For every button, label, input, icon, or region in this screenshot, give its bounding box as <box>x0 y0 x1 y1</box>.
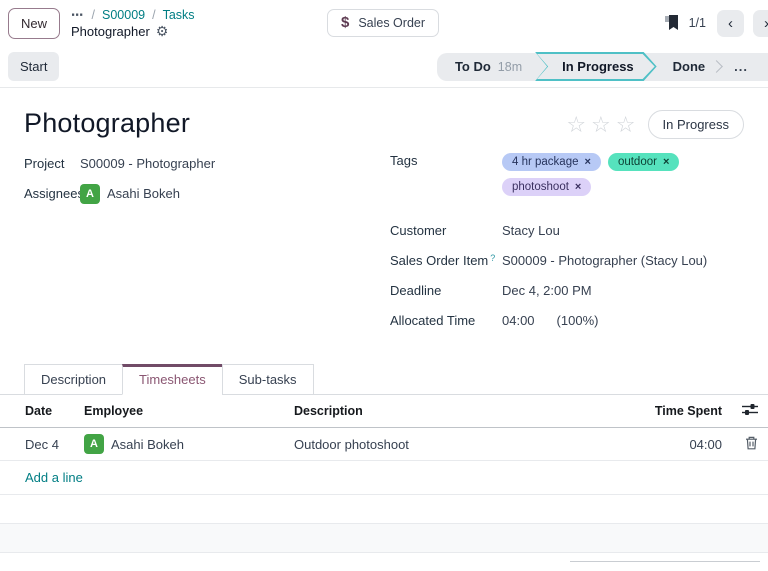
tag-label: outdoor <box>618 156 657 168</box>
stage-pipeline: To Do 18m In Progress Done ... <box>437 53 768 81</box>
form-sheet: Photographer ☆ ☆ ☆ In Progress Project S… <box>0 88 768 340</box>
optional-columns-icon[interactable] <box>742 403 758 416</box>
page-title[interactable]: Photographer <box>24 108 190 139</box>
priority-stars: ☆ ☆ ☆ <box>566 114 635 136</box>
tag-label: photoshoot <box>512 181 569 193</box>
status-bar: Start To Do 18m In Progress Done ... <box>0 46 768 88</box>
tags-label: Tags <box>390 153 502 168</box>
timesheet-row[interactable]: Dec 4 A Asahi Bokeh Outdoor photoshoot 0… <box>0 428 768 461</box>
stage-in-progress[interactable]: In Progress <box>535 52 657 81</box>
field-sales-order-item: Sales Order Item? S00009 - Photographer … <box>390 250 744 271</box>
empty-table-row <box>0 495 768 524</box>
tag-pill[interactable]: outdoor × <box>608 153 679 171</box>
tag-remove-icon[interactable]: × <box>585 156 591 168</box>
time-summary: Time Spent: 04:00 Time Remaining? : 00:0… <box>570 561 760 571</box>
allocated-time-value[interactable]: 04:00 <box>502 313 535 328</box>
star-icon[interactable]: ☆ <box>566 114 586 136</box>
breadcrumb-separator: / <box>92 8 95 23</box>
table-header-row: Date Employee Description Time Spent <box>0 395 768 428</box>
tag-label: 4 hr package <box>512 156 579 168</box>
column-header-date[interactable]: Date <box>0 395 80 428</box>
stage-done-label: Done <box>673 59 706 74</box>
customer-value[interactable]: Stacy Lou <box>502 223 560 238</box>
stage-todo-label: To Do <box>455 59 491 74</box>
star-icon[interactable]: ☆ <box>591 114 611 136</box>
pager-count: 1/1 <box>689 16 706 30</box>
chevron-right-icon <box>710 60 723 73</box>
pager-next-button[interactable]: › <box>753 10 768 37</box>
field-customer: Customer Stacy Lou <box>390 220 744 241</box>
tag-remove-icon[interactable]: × <box>663 156 669 168</box>
assignees-label: Assignees <box>24 186 80 201</box>
customer-label: Customer <box>390 223 502 238</box>
table-footer-area: Time Spent: 04:00 Time Remaining? : 00:0… <box>0 553 768 571</box>
help-icon[interactable]: ? <box>490 253 495 263</box>
gear-icon[interactable]: ⚙ <box>156 24 169 39</box>
breadcrumb-link-tasks[interactable]: Tasks <box>163 8 195 23</box>
dollar-icon: $ <box>341 17 349 29</box>
timesheet-table: Date Employee Description Time Spent Dec… <box>0 395 768 553</box>
cell-time-spent[interactable]: 04:00 <box>648 428 726 461</box>
column-header-description[interactable]: Description <box>290 395 648 428</box>
star-icon[interactable]: ☆ <box>616 114 636 136</box>
breadcrumb-link-sale-order[interactable]: S00009 <box>102 8 145 23</box>
add-a-line-link[interactable]: Add a line <box>0 461 768 495</box>
allocated-time-percent: (100%) <box>557 313 599 328</box>
stage-todo-duration: 18m <box>498 60 522 74</box>
assignee-name[interactable]: Asahi Bokeh <box>107 186 180 201</box>
add-a-line-row: Add a line <box>0 461 768 495</box>
breadcrumb-overflow-button[interactable]: ⋯ <box>71 8 85 23</box>
stage-more-button[interactable]: ... <box>730 54 764 79</box>
field-assignees: Assignees A Asahi Bokeh <box>24 183 390 204</box>
assignee-avatar[interactable]: A <box>80 184 100 204</box>
status-badge: In Progress <box>648 110 744 139</box>
stage-in-progress-label: In Progress <box>537 54 655 79</box>
empty-table-row <box>0 524 768 553</box>
allocated-time-label: Allocated Time <box>390 313 502 328</box>
tab-description[interactable]: Description <box>24 364 123 395</box>
sales-order-item-label: Sales Order Item? <box>390 253 502 268</box>
tag-pill[interactable]: photoshoot × <box>502 178 591 196</box>
project-value[interactable]: S00009 - Photographer <box>80 156 215 171</box>
sales-order-button-label: Sales Order <box>358 16 425 30</box>
column-header-time-spent[interactable]: Time Spent <box>648 395 726 428</box>
field-allocated-time: Allocated Time 04:00 (100%) <box>390 310 744 331</box>
column-header-employee[interactable]: Employee <box>80 395 290 428</box>
employee-avatar: A <box>84 434 104 454</box>
cell-employee[interactable]: A Asahi Bokeh <box>84 434 286 454</box>
new-button[interactable]: New <box>8 8 60 39</box>
field-project: Project S00009 - Photographer <box>24 153 390 174</box>
breadcrumb: ⋯ / S00009 / Tasks Photographer ⚙ <box>71 8 195 39</box>
project-label: Project <box>24 156 80 171</box>
field-deadline: Deadline Dec 4, 2:00 PM <box>390 280 744 301</box>
cell-description[interactable]: Outdoor photoshoot <box>290 428 648 461</box>
stage-todo[interactable]: To Do 18m <box>443 54 528 79</box>
cell-date[interactable]: Dec 4 <box>0 428 80 461</box>
sales-order-smart-button[interactable]: $ Sales Order <box>327 9 439 37</box>
tab-timesheets[interactable]: Timesheets <box>122 364 223 395</box>
bookmark-icon[interactable] <box>665 15 680 31</box>
tag-remove-icon[interactable]: × <box>575 181 581 193</box>
stage-done[interactable]: Done <box>661 54 712 79</box>
breadcrumb-separator: / <box>152 8 155 23</box>
deadline-value[interactable]: Dec 4, 2:00 PM <box>502 283 592 298</box>
tab-sub-tasks[interactable]: Sub-tasks <box>222 364 314 395</box>
delete-row-trash-icon[interactable] <box>745 436 758 450</box>
employee-name: Asahi Bokeh <box>111 437 184 452</box>
start-timer-button[interactable]: Start <box>8 52 59 81</box>
field-tags: Tags 4 hr package × outdoor × photoshoot… <box>390 153 744 196</box>
breadcrumb-current-record: Photographer <box>71 24 150 39</box>
tag-pill[interactable]: 4 hr package × <box>502 153 601 171</box>
deadline-label: Deadline <box>390 283 502 298</box>
notebook-tabs: Description Timesheets Sub-tasks <box>0 364 768 395</box>
pager-previous-button[interactable]: ‹ <box>717 10 744 37</box>
top-control-bar: New ⋯ / S00009 / Tasks Photographer ⚙ $ … <box>0 0 768 46</box>
sales-order-item-value[interactable]: S00009 - Photographer (Stacy Lou) <box>502 253 707 268</box>
